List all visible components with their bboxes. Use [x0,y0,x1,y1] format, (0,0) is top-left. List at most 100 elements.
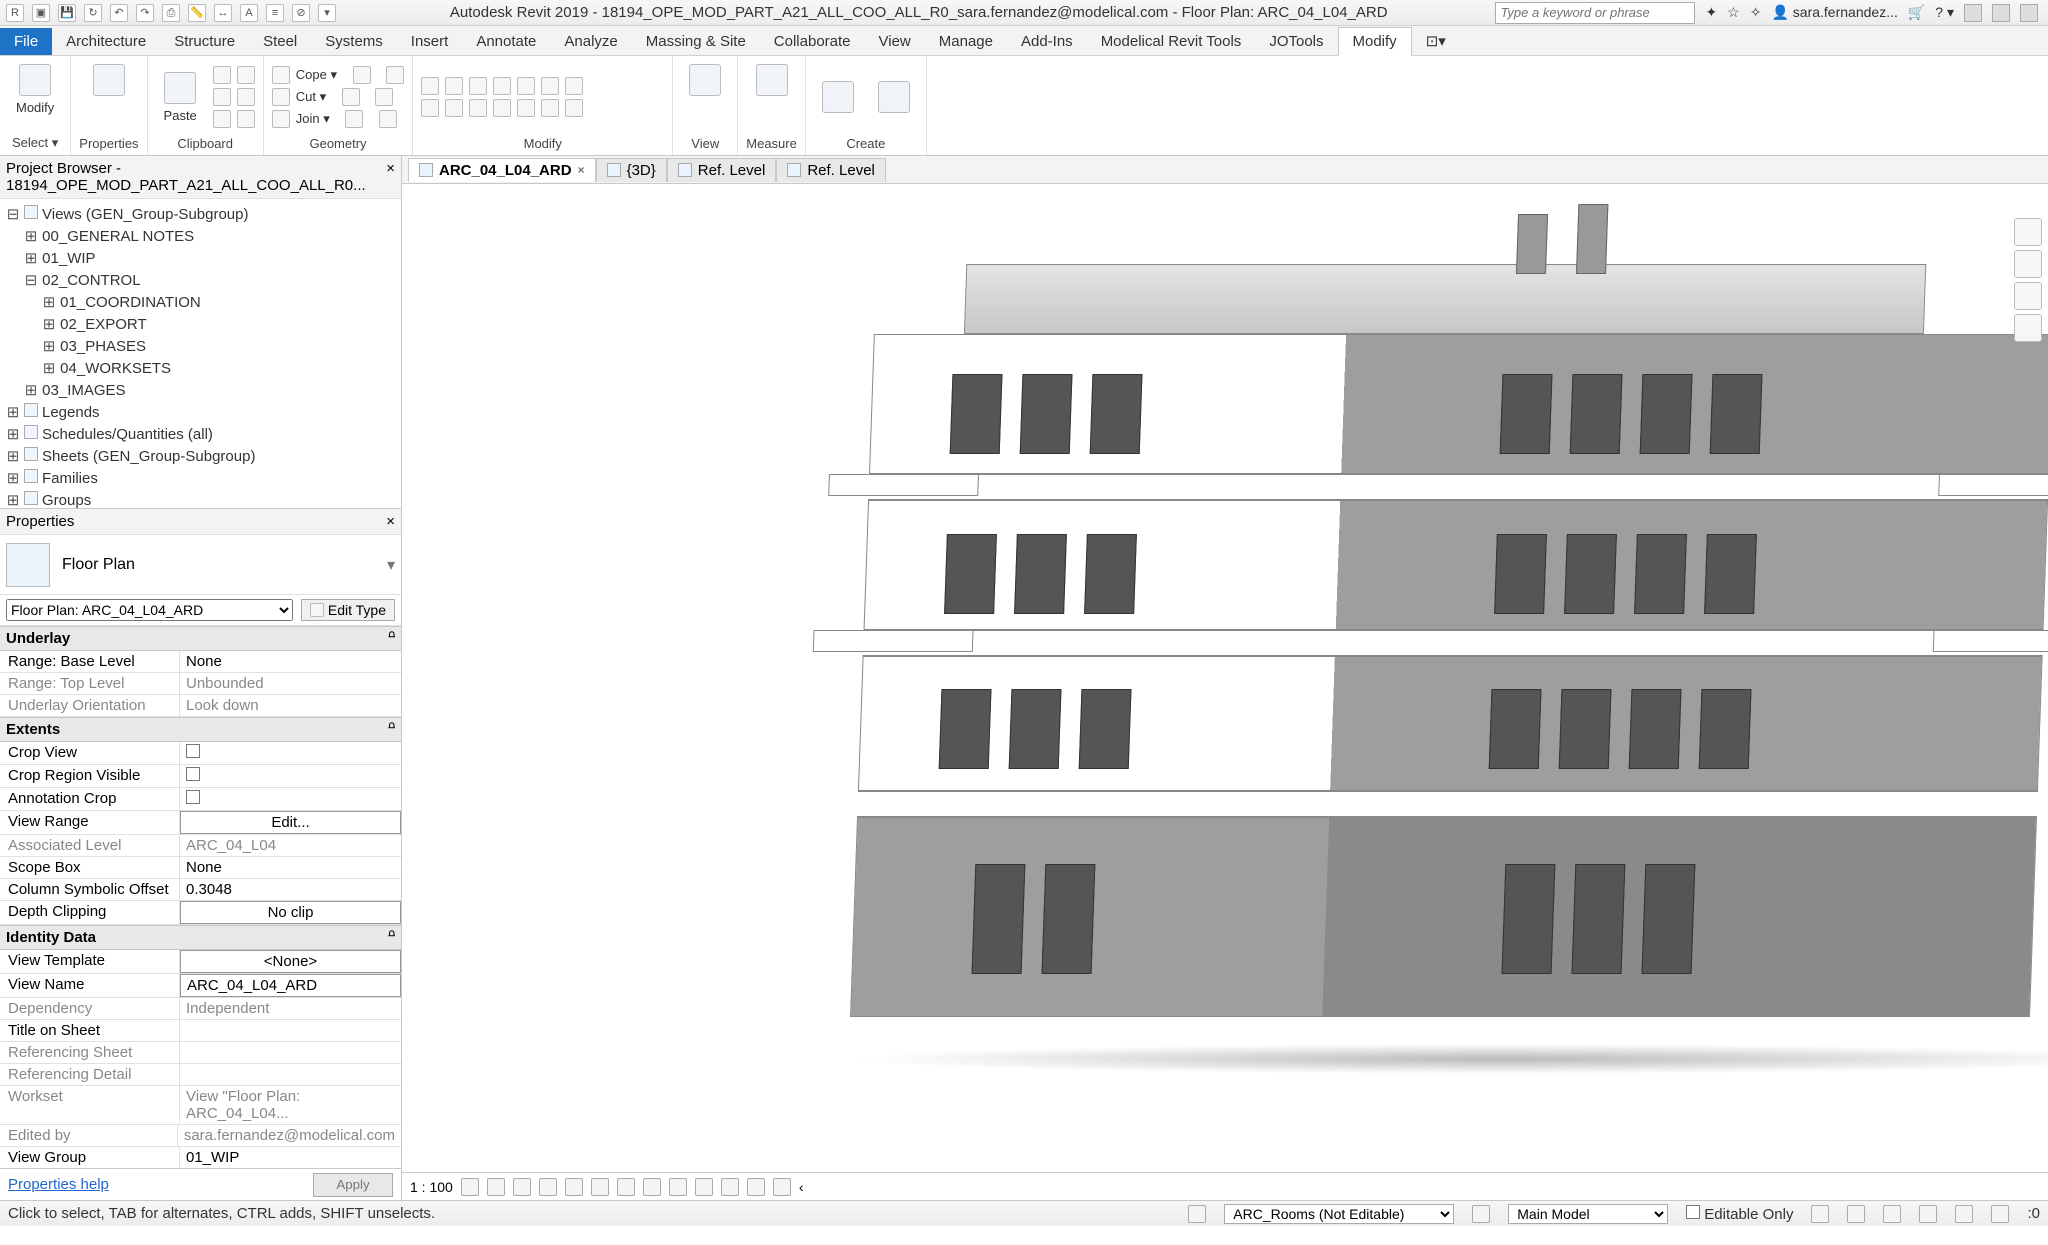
tab-analyze[interactable]: Analyze [550,28,631,55]
view-tab-ref-1[interactable]: Ref. Level [667,158,777,182]
prop-row[interactable]: Crop Region Visible [0,765,401,788]
match-props-icon[interactable] [237,66,255,84]
ribbon-pin-icon[interactable]: ⊡▾ [1412,27,1460,55]
scale-icon[interactable] [493,99,511,117]
pin-icon[interactable] [517,99,535,117]
mirror-draw-icon[interactable] [469,99,487,117]
print-icon[interactable]: ⎙ [162,4,180,22]
create-assembly-button[interactable] [870,77,918,117]
design-options-icon[interactable] [1472,1205,1490,1223]
view-button[interactable] [681,60,729,100]
tree-node[interactable]: ⊞ 03_PHASES [6,335,395,357]
scale-label[interactable]: 1 : 100 [410,1179,453,1195]
prop-value[interactable]: 01_WIP [180,1147,401,1168]
prop-value[interactable] [180,788,401,810]
array-icon[interactable] [565,77,583,95]
design-option-select[interactable]: Main Model [1508,1204,1668,1224]
tab-massing-site[interactable]: Massing & Site [632,28,760,55]
wall-opening-icon[interactable] [342,88,360,106]
info-center-icon[interactable]: ✦ [1705,4,1717,21]
full-nav-wheel-icon[interactable] [2014,250,2042,278]
properties-help-link[interactable]: Properties help [8,1176,109,1193]
pan-icon[interactable] [2014,314,2042,342]
select-links-icon[interactable] [1811,1205,1829,1223]
sign-in-icon[interactable]: ☆ [1727,4,1740,21]
tab-architecture[interactable]: Architecture [52,28,160,55]
mirror-axis-icon[interactable] [445,99,463,117]
select-pinned-icon[interactable] [1883,1205,1901,1223]
prop-row[interactable]: Depth ClippingNo clip [0,901,401,925]
view-ctrl-chevron-icon[interactable]: ‹ [799,1179,804,1195]
measure-icon[interactable]: 📏 [188,4,206,22]
drag-elements-icon[interactable] [1955,1205,1973,1223]
tab-insert[interactable]: Insert [397,28,463,55]
paint-icon[interactable] [379,110,397,128]
home-icon[interactable] [2014,218,2042,246]
trim-extend-icon[interactable] [469,77,487,95]
prop-value[interactable]: <None> [180,950,401,973]
prop-row[interactable]: Title on Sheet [0,1020,401,1042]
prop-row[interactable]: WorksetView "Floor Plan: ARC_04_L04... [0,1086,401,1125]
offset-icon[interactable] [541,77,559,95]
prop-value[interactable]: None [180,651,401,672]
trim-icon[interactable] [386,66,404,84]
tab-add-ins[interactable]: Add-Ins [1007,28,1087,55]
tab-steel[interactable]: Steel [249,28,311,55]
prop-row[interactable]: Referencing Sheet [0,1042,401,1064]
view-tab-3d[interactable]: {3D} [596,158,667,182]
apply-button[interactable]: Apply [313,1173,393,1197]
prop-value[interactable]: None [180,857,401,878]
active-workset-select[interactable]: ARC_Rooms (Not Editable) [1224,1204,1454,1224]
select-face-icon[interactable] [1919,1205,1937,1223]
tab-modify[interactable]: Modify [1338,27,1412,56]
cut-geometry-icon[interactable] [272,88,290,106]
properties-title[interactable]: Properties × [0,509,401,535]
filter-icon[interactable] [1991,1205,2009,1223]
close-icon[interactable]: × [578,163,585,177]
prop-row[interactable]: DependencyIndependent [0,998,401,1020]
prop-row[interactable]: View Template<None> [0,950,401,974]
text-icon[interactable]: A [240,4,258,22]
prop-value[interactable] [180,1042,401,1063]
paste-button[interactable]: Paste [156,68,205,127]
prop-row[interactable]: Annotation Crop [0,788,401,811]
save-icon[interactable]: 💾 [58,4,76,22]
unhide-icon[interactable] [643,1178,661,1196]
dimension-icon[interactable]: ↔ [214,4,232,22]
prop-group-header[interactable]: Extents⩍ [0,717,401,742]
prop-row[interactable]: Scope BoxNone [0,857,401,879]
unpin-icon[interactable] [541,99,559,117]
worksharing-display-icon[interactable] [721,1178,739,1196]
tab-collaborate[interactable]: Collaborate [760,28,865,55]
split-element-icon[interactable] [353,66,371,84]
demolish-icon[interactable] [375,88,393,106]
prop-value[interactable]: Look down [180,695,401,716]
prop-group-header[interactable]: Underlay⩍ [0,626,401,651]
editable-only-toggle[interactable]: Editable Only [1686,1205,1793,1223]
tree-node[interactable]: ⊞ 04_WORKSETS [6,357,395,379]
sun-path-icon[interactable] [513,1178,531,1196]
copy-icon[interactable] [213,88,231,106]
project-browser[interactable]: ⊟Views (GEN_Group-Subgroup) ⊞ 00_GENERAL… [0,199,401,509]
tab-modelical-revit-tools[interactable]: Modelical Revit Tools [1087,28,1256,55]
prop-value[interactable] [180,1020,401,1041]
switch-windows-icon[interactable]: ▾ [318,4,336,22]
tree-category[interactable]: ⊞Sheets (GEN_Group-Subgroup) [6,445,395,467]
prop-value[interactable]: View "Floor Plan: ARC_04_L04... [180,1086,401,1124]
highlight-displacement-icon[interactable] [773,1178,791,1196]
user-label[interactable]: 👤 sara.fernandez... [1771,4,1897,21]
crop-view-icon[interactable] [591,1178,609,1196]
project-browser-title[interactable]: Project Browser - 18194_OPE_MOD_PART_A21… [0,156,401,199]
reveal-hidden-icon[interactable] [695,1178,713,1196]
prop-value[interactable] [180,1064,401,1085]
view-tab-active[interactable]: ARC_04_L04_ARD × [408,158,596,182]
create-similar-button[interactable] [814,77,862,117]
close-icon[interactable]: × [386,513,395,530]
detail-level-icon[interactable] [461,1178,479,1196]
paste-aligned-icon[interactable] [237,88,255,106]
help-search-input[interactable] [1495,2,1695,24]
property-table[interactable]: Underlay⩍Range: Base LevelNoneRange: Top… [0,626,401,1168]
prop-row[interactable]: Crop View [0,742,401,765]
prop-row[interactable]: Underlay OrientationLook down [0,695,401,717]
sync-icon[interactable]: ↻ [84,4,102,22]
